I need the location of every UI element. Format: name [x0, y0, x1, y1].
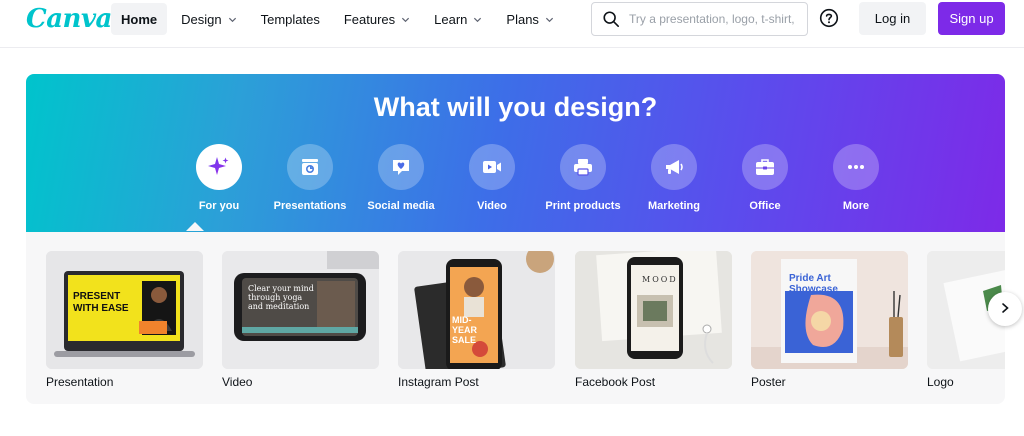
category-print-products[interactable]: Print products — [537, 144, 629, 212]
category-video[interactable]: Video — [446, 144, 538, 212]
more-dots-icon — [833, 144, 879, 190]
category-for-you[interactable]: For you — [173, 144, 265, 212]
nav-templates-label: Templates — [260, 11, 320, 27]
chevron-down-icon — [401, 15, 410, 24]
chevron-down-icon — [545, 15, 554, 24]
nav-templates[interactable]: Templates — [251, 3, 330, 35]
design-type-carousel: PRESENT WITH EASE Presentation Clear you… — [26, 232, 1005, 404]
category-more[interactable]: More — [810, 144, 902, 212]
design-card-label: Instagram Post — [398, 375, 479, 389]
thumbnail-caption: MOOD — [642, 275, 678, 284]
canva-logo[interactable]: Canva — [26, 4, 112, 34]
nav-home-label: Home — [121, 11, 158, 27]
design-card-instagram-post[interactable]: MID-YEAR SALE Instagram Post — [398, 251, 555, 389]
design-card-poster[interactable]: Pride Art Showcase Poster — [751, 251, 908, 389]
nav-learn[interactable]: Learn — [424, 3, 492, 35]
signup-button[interactable]: Sign up — [938, 2, 1005, 35]
category-label: More — [842, 200, 870, 212]
search-input[interactable] — [629, 12, 799, 26]
design-card-label: Presentation — [46, 375, 114, 389]
nav-design-label: Design — [181, 11, 222, 27]
search-icon — [602, 10, 620, 28]
nav-features[interactable]: Features — [334, 3, 420, 35]
category-label: Office — [749, 200, 781, 212]
category-presentations[interactable]: Presentations — [264, 144, 356, 212]
thumbnail-caption: MID-YEAR SALE — [452, 315, 478, 345]
video-thumbnail: Clear your mind through yoga and meditat… — [222, 251, 379, 369]
nav-features-label: Features — [343, 11, 396, 27]
design-card-label: Poster — [751, 375, 786, 389]
design-card-video[interactable]: Clear your mind through yoga and meditat… — [222, 251, 379, 389]
nav-home[interactable]: Home — [111, 3, 168, 35]
nav-design[interactable]: Design — [171, 3, 246, 35]
carousel-next-button[interactable] — [988, 292, 1022, 326]
nav-plans-label: Plans — [506, 11, 539, 27]
question-circle-icon[interactable] — [819, 8, 839, 28]
active-category-indicator — [186, 222, 204, 231]
thumbnail-caption: Pride Art Showcase — [789, 273, 838, 295]
design-card-label: Facebook Post — [575, 375, 656, 389]
printer-icon — [560, 144, 606, 190]
sparkle-icon — [196, 144, 242, 190]
top-navigation-bar: Canva Home Design Templates Features Lea… — [0, 0, 1024, 48]
category-office[interactable]: Office — [719, 144, 811, 212]
category-social-media[interactable]: Social media — [355, 144, 447, 212]
briefcase-icon — [742, 144, 788, 190]
category-label: Video — [477, 200, 507, 212]
chevron-down-icon — [228, 15, 237, 24]
thumbnail-caption: PRESENT WITH EASE — [73, 291, 139, 315]
facebook-post-thumbnail: MOOD — [575, 251, 732, 369]
design-hero-banner: What will you design? For you Presentati… — [26, 74, 1005, 232]
instagram-post-thumbnail: MID-YEAR SALE — [398, 251, 555, 369]
category-label: Marketing — [648, 200, 700, 212]
category-marketing[interactable]: Marketing — [628, 144, 720, 212]
design-card-facebook-post[interactable]: MOOD Facebook Post — [575, 251, 732, 389]
nav-plans[interactable]: Plans — [496, 3, 564, 35]
heart-chat-icon — [378, 144, 424, 190]
presentation-thumbnail: PRESENT WITH EASE — [46, 251, 203, 369]
category-label: Print products — [545, 200, 621, 212]
design-card-label: Video — [222, 375, 253, 389]
category-label: Social media — [367, 200, 435, 212]
chevron-down-icon — [473, 15, 482, 24]
design-card-label: Logo — [927, 375, 954, 389]
main-nav: Home Design Templates Features Learn Pla… — [111, 3, 568, 35]
nav-learn-label: Learn — [434, 11, 468, 27]
hero-title: What will you design? — [373, 92, 658, 122]
megaphone-icon — [651, 144, 697, 190]
category-bar: For you Presentations Social media Video… — [173, 144, 879, 224]
presentation-icon — [287, 144, 333, 190]
category-label: For you — [198, 200, 240, 212]
login-button[interactable]: Log in — [859, 2, 926, 35]
video-camera-icon — [469, 144, 515, 190]
chevron-right-icon — [999, 302, 1011, 317]
thumbnail-caption: Clear your mind through yoga and meditat… — [248, 284, 314, 311]
poster-thumbnail: Pride Art Showcase — [751, 251, 908, 369]
design-card-presentation[interactable]: PRESENT WITH EASE Presentation — [46, 251, 203, 389]
category-label: Presentations — [273, 200, 347, 212]
search-box[interactable] — [591, 2, 808, 36]
